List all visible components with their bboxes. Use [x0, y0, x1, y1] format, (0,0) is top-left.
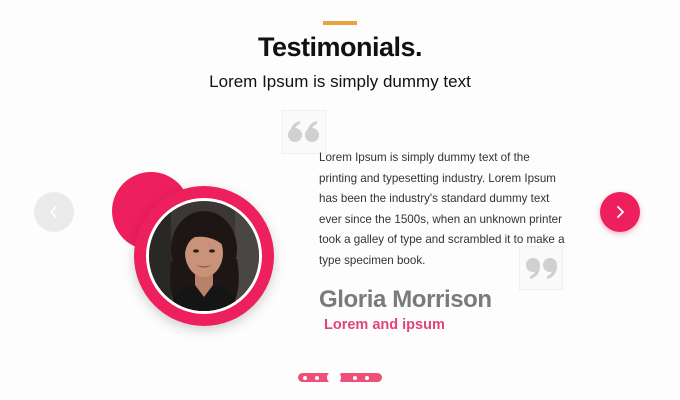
pagination-dot-5[interactable]: [365, 375, 369, 380]
testimonial-quote: Lorem Ipsum is simply dummy text of the …: [319, 151, 565, 267]
accent-bar: [323, 21, 357, 25]
page-title: Testimonials.: [257, 32, 423, 62]
previous-button[interactable]: [34, 192, 74, 232]
carousel-pagination: [298, 372, 382, 383]
pagination-track-right: [338, 373, 382, 382]
next-button[interactable]: [600, 192, 640, 232]
chevron-right-icon: [617, 206, 624, 218]
pagination-dot-1[interactable]: [303, 375, 307, 380]
pagination-dot-2[interactable]: [315, 375, 319, 380]
chevron-left-icon: [50, 206, 57, 218]
pagination-dot-active[interactable]: [327, 372, 341, 383]
avatar: [146, 198, 262, 314]
person-name: Gloria Morrison: [319, 286, 492, 313]
pagination-dot-4[interactable]: [353, 375, 357, 380]
person-role: Lorem and ipsum: [324, 317, 445, 333]
page-subtitle: Lorem Ipsum is simply dummy text: [209, 72, 471, 91]
